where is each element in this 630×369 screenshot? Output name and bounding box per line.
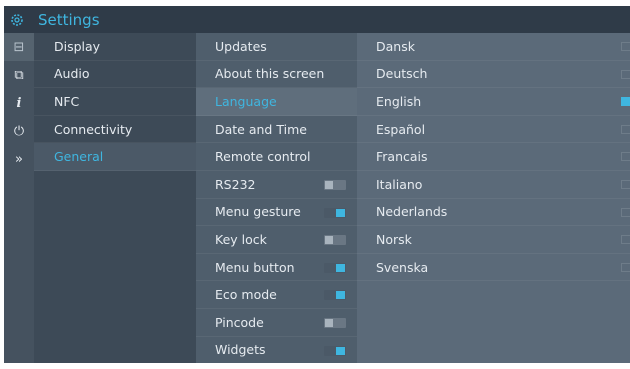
title-bar: Settings <box>4 6 630 33</box>
language-label: Italiano <box>376 176 423 192</box>
language-label: Nederlands <box>376 204 448 220</box>
general-item-menu-gesture[interactable]: Menu gesture <box>196 199 357 227</box>
general-item-rs232[interactable]: RS232 <box>196 171 357 199</box>
category-display[interactable]: Display <box>34 33 196 61</box>
language-option[interactable]: Francais <box>357 143 630 171</box>
language-option[interactable]: Svenska <box>357 254 630 282</box>
general-item-about-this-screen[interactable]: About this screen <box>196 61 357 89</box>
chevrons-right-icon[interactable]: » <box>4 145 34 173</box>
page-title: Settings <box>38 10 100 29</box>
icon-sidebar: ⊟ ⧉ i ⏻» <box>4 33 34 363</box>
general-item-label: Updates <box>215 38 267 54</box>
general-item-label: Date and Time <box>215 121 307 137</box>
general-item-label: Menu button <box>215 259 295 275</box>
language-option[interactable]: Deutsch <box>357 61 630 89</box>
general-item-label: Menu gesture <box>215 204 301 220</box>
language-option[interactable]: Italiano <box>357 171 630 199</box>
language-label: Dansk <box>376 38 415 54</box>
general-item-eco-mode[interactable]: Eco mode <box>196 281 357 309</box>
language-radio[interactable] <box>621 207 630 217</box>
language-radio[interactable] <box>621 235 630 245</box>
language-list: Dansk Deutsch English Español Francais Italia… <box>357 33 630 363</box>
category-label: Audio <box>54 66 90 82</box>
language-label: Svenska <box>376 259 429 275</box>
general-item-label: About this screen <box>215 66 325 82</box>
language-label: Deutsch <box>376 66 428 82</box>
rs232-toggle[interactable] <box>324 179 346 190</box>
general-item-label: RS232 <box>215 176 256 192</box>
audio-icon[interactable]: ⧉ <box>4 61 34 89</box>
language-radio[interactable] <box>621 152 630 162</box>
general-item-key-lock[interactable]: Key lock <box>196 226 357 254</box>
language-radio[interactable] <box>621 97 630 107</box>
display-icon[interactable]: ⊟ <box>4 33 34 61</box>
language-option[interactable]: Norsk <box>357 226 630 254</box>
category-list: Display Audio NFC Connectivity General <box>34 33 196 363</box>
language-label: Francais <box>376 149 428 165</box>
general-item-widgets[interactable]: Widgets <box>196 337 357 363</box>
general-item-pincode[interactable]: Pincode <box>196 309 357 337</box>
language-option[interactable]: Dansk <box>357 33 630 61</box>
general-item-menu-button[interactable]: Menu button <box>196 254 357 282</box>
language-radio[interactable] <box>621 69 630 79</box>
language-radio[interactable] <box>621 42 630 51</box>
widgets-toggle[interactable] <box>324 345 346 356</box>
general-item-updates[interactable]: Updates <box>196 33 357 61</box>
language-label: Español <box>376 121 426 137</box>
info-icon[interactable]: i <box>4 89 34 117</box>
category-label: General <box>54 149 104 165</box>
general-item-date-and-time[interactable]: Date and Time <box>196 116 357 144</box>
category-label: Display <box>54 38 101 54</box>
general-item-remote-control[interactable]: Remote control <box>196 143 357 171</box>
category-general[interactable]: General <box>34 143 196 171</box>
general-item-label: Key lock <box>215 231 267 247</box>
language-label: Norsk <box>376 231 412 247</box>
general-item-language[interactable]: Language <box>196 88 357 116</box>
language-option[interactable]: English <box>357 88 630 116</box>
category-nfc[interactable]: NFC <box>34 88 196 116</box>
language-option[interactable]: Español <box>357 116 630 144</box>
general-settings-list: Updates About this screen Language Date and… <box>196 33 357 363</box>
general-item-label: Pincode <box>215 314 264 330</box>
gear-icon <box>4 13 30 27</box>
category-audio[interactable]: Audio <box>34 61 196 89</box>
category-label: NFC <box>54 93 80 109</box>
pincode-toggle[interactable] <box>324 317 346 328</box>
language-label: English <box>376 93 422 109</box>
category-label: Connectivity <box>54 121 133 137</box>
language-option[interactable]: Nederlands <box>357 199 630 227</box>
general-item-label: Eco mode <box>215 287 277 303</box>
general-item-label: Remote control <box>215 149 311 165</box>
general-item-label: Language <box>215 93 277 109</box>
language-radio[interactable] <box>621 124 630 134</box>
eco-mode-toggle[interactable] <box>324 290 346 301</box>
settings-window: Settings ⊟ ⧉ i ⏻» Display Audio NFC Connectivi… <box>4 6 630 363</box>
general-item-label: Widgets <box>215 342 266 358</box>
category-connectivity[interactable]: Connectivity <box>34 116 196 144</box>
language-radio[interactable] <box>621 262 630 272</box>
power-icon[interactable]: ⏻ <box>4 117 34 145</box>
menu-gesture-toggle[interactable] <box>324 207 346 218</box>
language-radio[interactable] <box>621 179 630 189</box>
key-lock-toggle[interactable] <box>324 235 346 246</box>
menu-button-toggle[interactable] <box>324 262 346 273</box>
